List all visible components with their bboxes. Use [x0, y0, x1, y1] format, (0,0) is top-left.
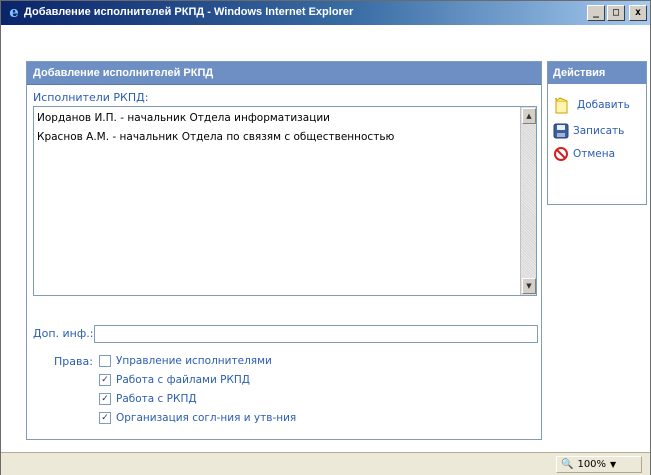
actions-panel: Действия Добавить Записать Отмена	[547, 61, 647, 205]
cancel-button[interactable]: Отмена	[553, 145, 615, 163]
list-scrollbar[interactable]: ▲ ▼	[520, 107, 536, 295]
list-item[interactable]: Краснов А.М. - начальник Отдела по связя…	[37, 131, 394, 143]
form-header: Добавление исполнителей РКПД	[27, 62, 541, 85]
internet-explorer-icon: e	[9, 3, 19, 21]
zoom-control[interactable]: 🔍 100% ▼	[556, 456, 642, 473]
scroll-up-button[interactable]: ▲	[522, 108, 536, 124]
right-manage-executors[interactable]: Управление исполнителями	[99, 354, 272, 368]
rights-label: Права:	[54, 355, 93, 368]
title-bar[interactable]: e Добавление исполнителей РКПД - Windows…	[1, 1, 650, 25]
checkbox[interactable]	[99, 355, 111, 367]
save-label: Записать	[573, 125, 625, 137]
right-approval-organization[interactable]: ✓ Организация согл-ния и утв-ния	[99, 411, 296, 425]
executors-list[interactable]: Иорданов И.П. - начальник Отдела информа…	[33, 106, 537, 296]
executors-label: Исполнители РКПД:	[33, 91, 149, 104]
checkbox-label: Управление исполнителями	[116, 355, 272, 367]
scroll-down-button[interactable]: ▼	[522, 278, 536, 294]
extra-info-label: Доп. инф.:	[33, 327, 94, 340]
chevron-down-icon[interactable]: ▼	[610, 457, 616, 472]
list-item[interactable]: Иорданов И.П. - начальник Отдела информа…	[37, 112, 330, 124]
actions-header: Действия	[548, 62, 646, 84]
save-button[interactable]: Записать	[553, 122, 624, 140]
checkbox-checked[interactable]: ✓	[99, 393, 111, 405]
zoom-icon: 🔍	[561, 459, 574, 470]
floppy-disk-icon	[553, 123, 569, 139]
window-title: Добавление исполнителей РКПД - Windows I…	[24, 6, 354, 18]
minimize-button[interactable]: _	[587, 5, 605, 21]
checkbox-label: Работа с РКПД	[116, 393, 197, 405]
page-content: Добавление исполнителей РКПД Исполнители…	[6, 27, 647, 447]
add-button[interactable]: Добавить	[553, 96, 630, 114]
browser-window: e Добавление исполнителей РКПД - Windows…	[0, 0, 651, 475]
checkbox-checked[interactable]: ✓	[99, 412, 111, 424]
executors-form-panel: Добавление исполнителей РКПД Исполнители…	[26, 61, 542, 440]
add-label: Добавить	[577, 99, 630, 111]
checkbox-checked[interactable]: ✓	[99, 374, 111, 386]
checkbox-label: Работа с файлами РКПД	[116, 374, 251, 386]
right-rkpd-work[interactable]: ✓ Работа с РКПД	[99, 392, 197, 406]
checkbox-label: Организация согл-ния и утв-ния	[116, 412, 297, 424]
add-document-icon	[553, 97, 569, 114]
cancel-icon	[553, 146, 569, 162]
cancel-label: Отмена	[573, 148, 616, 160]
close-button[interactable]: x	[629, 5, 647, 21]
zoom-level: 100%	[577, 459, 607, 470]
extra-info-input[interactable]	[94, 325, 538, 343]
maximize-button[interactable]: □	[607, 5, 625, 21]
right-rkpd-files[interactable]: ✓ Работа с файлами РКПД	[99, 373, 250, 387]
status-bar: 🔍 100% ▼	[1, 452, 650, 475]
